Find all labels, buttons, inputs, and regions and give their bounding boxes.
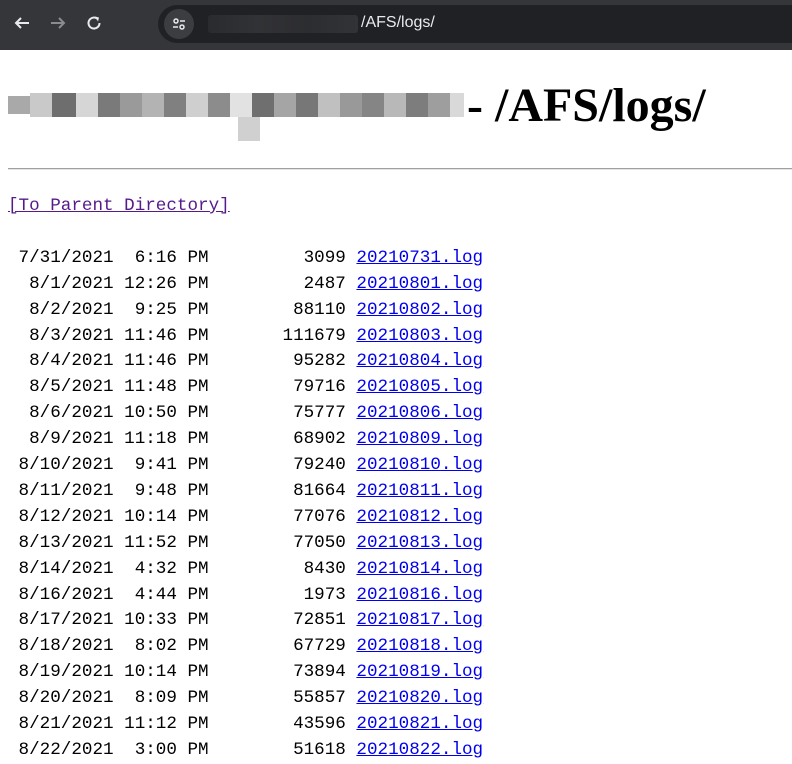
file-link[interactable]: 20210821.log: [356, 714, 483, 734]
site-info-button[interactable]: [164, 9, 194, 39]
url-path: /AFS/logs/: [361, 14, 435, 31]
directory-listing: [To Parent Directory] 7/31/2021 6:16 PM …: [8, 194, 483, 764]
listing-row: 7/31/2021 6:16 PM 3099 20210731.log: [8, 246, 484, 272]
listing-row: 8/11/2021 9:48 PM 81664 20210811.log: [8, 479, 484, 505]
listing-row: 8/13/2021 11:52 PM 77050 20210813.log: [8, 531, 484, 557]
file-meta: 8/18/2021 8:02 PM 67729: [8, 636, 357, 657]
url-host-redacted: [208, 15, 358, 33]
file-link[interactable]: 20210819.log: [356, 662, 483, 682]
file-link[interactable]: 20210809.log: [356, 429, 483, 449]
page-heading: - /AFS/logs/: [8, 60, 792, 144]
file-meta: 8/22/2021 3:00 PM 51618: [8, 740, 357, 761]
file-link[interactable]: 20210818.log: [356, 636, 483, 656]
file-meta: 8/14/2021 4:32 PM 8430: [8, 558, 357, 579]
reload-icon: [87, 16, 101, 30]
file-link[interactable]: 20210810.log: [356, 455, 483, 475]
file-meta: 8/5/2021 11:48 PM 79716: [8, 377, 357, 398]
browser-toolbar: /AFS/logs/: [0, 0, 792, 50]
file-link[interactable]: 20210816.log: [356, 585, 483, 605]
file-link[interactable]: 20210814.log: [356, 559, 483, 579]
forward-button[interactable]: [44, 9, 72, 37]
listing-row: 8/9/2021 11:18 PM 68902 20210809.log: [8, 427, 483, 453]
file-meta: 8/6/2021 10:50 PM 75777: [8, 403, 357, 424]
file-meta: 8/1/2021 12:26 PM 2487: [8, 273, 357, 294]
file-link[interactable]: 20210801.log: [356, 274, 483, 294]
listing-row: 8/2/2021 9:25 PM 88110 20210802.log: [8, 298, 483, 324]
file-link[interactable]: 20210812.log: [356, 507, 483, 527]
listing-row: 8/16/2021 4:44 PM 1973 20210816.log: [8, 583, 484, 609]
file-meta: 8/13/2021 11:52 PM 77050: [8, 532, 357, 553]
listing-row: 8/14/2021 4:32 PM 8430 20210814.log: [8, 557, 484, 583]
file-meta: 8/11/2021 9:48 PM 81664: [8, 480, 357, 501]
file-meta: 8/10/2021 9:41 PM 79240: [8, 455, 357, 476]
file-meta: 8/3/2021 11:46 PM 111679: [8, 325, 357, 346]
arrow-right-icon: [51, 17, 66, 29]
file-meta: 8/2/2021 9:25 PM 88110: [8, 299, 357, 320]
address-bar[interactable]: /AFS/logs/: [158, 5, 792, 43]
file-link[interactable]: 20210820.log: [356, 688, 483, 708]
listing-row: 8/12/2021 10:14 PM 77076 20210812.log: [8, 505, 484, 531]
file-link[interactable]: 20210813.log: [356, 533, 483, 553]
file-meta: 8/21/2021 11:12 PM 43596: [8, 714, 357, 735]
file-meta: 7/31/2021 6:16 PM 3099: [8, 247, 357, 268]
file-link[interactable]: 20210802.log: [356, 300, 483, 320]
file-link[interactable]: 20210805.log: [356, 377, 483, 397]
listing-row: 8/18/2021 8:02 PM 67729 20210818.log: [8, 634, 484, 660]
parent-directory-link[interactable]: [To Parent Directory]: [8, 194, 483, 220]
listing-row: 8/17/2021 10:33 PM 72851 20210817.log: [8, 608, 484, 634]
listing-row: 8/10/2021 9:41 PM 79240 20210810.log: [8, 453, 484, 479]
listing-row: 8/1/2021 12:26 PM 2487 20210801.log: [8, 272, 483, 298]
file-meta: 8/17/2021 10:33 PM 72851: [8, 610, 357, 631]
page-title: - /AFS/logs/: [467, 79, 706, 132]
file-meta: 8/4/2021 11:46 PM 95282: [8, 351, 357, 372]
reload-button[interactable]: [80, 9, 108, 37]
listing-row: 8/6/2021 10:50 PM 75777 20210806.log: [8, 401, 483, 427]
file-meta: 8/12/2021 10:14 PM 77076: [8, 506, 357, 527]
file-link[interactable]: 20210806.log: [356, 403, 483, 423]
file-link[interactable]: 20210803.log: [356, 326, 483, 346]
file-link[interactable]: 20210817.log: [356, 610, 483, 630]
file-link[interactable]: 20210822.log: [356, 740, 483, 760]
listing-row: 8/3/2021 11:46 PM 111679 20210803.log: [8, 324, 483, 350]
listing-row: 8/21/2021 11:12 PM 43596 20210821.log: [8, 712, 484, 738]
listing-row: 8/4/2021 11:46 PM 95282 20210804.log: [8, 349, 483, 375]
listing-row: 8/5/2021 11:48 PM 79716 20210805.log: [8, 375, 483, 401]
file-link[interactable]: 20210804.log: [356, 351, 483, 371]
tune-icon: [173, 18, 185, 30]
file-link[interactable]: 20210811.log: [356, 481, 483, 501]
arrow-left-icon: [14, 17, 29, 29]
file-meta: 8/19/2021 10:14 PM 73894: [8, 662, 357, 683]
back-button[interactable]: [8, 9, 36, 37]
horizontal-rule: [8, 168, 792, 170]
listing-row: 8/19/2021 10:14 PM 73894 20210819.log: [8, 660, 484, 686]
file-meta: 8/9/2021 11:18 PM 68902: [8, 429, 357, 450]
listing-row: 8/20/2021 8:09 PM 55857 20210820.log: [8, 686, 484, 712]
file-meta: 8/16/2021 4:44 PM 1973: [8, 584, 357, 605]
file-meta: 8/20/2021 8:09 PM 55857: [8, 688, 357, 709]
file-link[interactable]: 20210731.log: [356, 248, 483, 268]
